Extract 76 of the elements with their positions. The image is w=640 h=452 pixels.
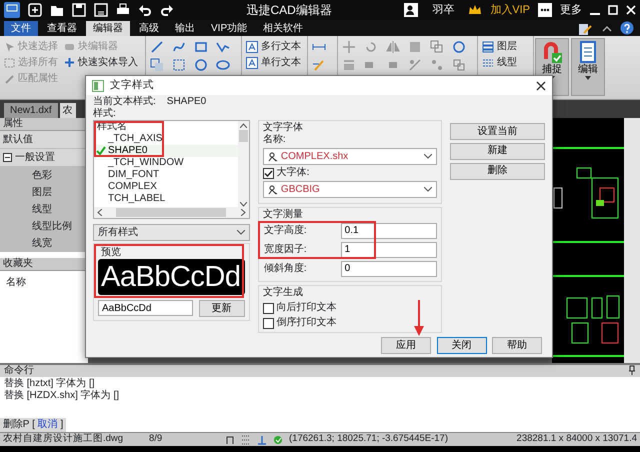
number-field[interactable]: 0: [340, 260, 437, 276]
file-name: 农村自建房设计施工图.dwg: [3, 432, 124, 446]
bigfont-checkbox[interactable]: 大字体:: [262, 167, 310, 179]
group-label: 文字字体: [262, 122, 304, 134]
user-name[interactable]: 羽卒: [432, 2, 454, 18]
panel-header: 命令行: [4, 365, 34, 377]
ribbon-button[interactable]: 图层: [482, 40, 517, 53]
field-label: 倾斜角度:: [262, 262, 307, 274]
bracket: [: [32, 418, 35, 432]
group-label: 文字测量: [262, 209, 304, 221]
menu-tab[interactable]: 输出: [168, 21, 202, 36]
style-filter-dropdown[interactable]: 所有样式: [93, 224, 250, 241]
dialog-button[interactable]: 新建: [450, 142, 545, 160]
ribbon-large-button[interactable]: 编辑: [571, 38, 605, 96]
ribbon-button[interactable]: 多行文本: [246, 40, 301, 53]
update-button[interactable]: 更新: [198, 300, 245, 317]
group-label: 预览: [100, 247, 122, 259]
page-indicator: 8/9: [149, 432, 164, 446]
option-checkbox[interactable]: 向后打印文本: [262, 302, 337, 314]
menu-tab[interactable]: 编辑器: [86, 21, 130, 36]
style-list-item[interactable]: _TCH_AXIS: [94, 133, 238, 145]
column-header: 名称: [6, 277, 26, 288]
property-row: 色彩: [0, 167, 88, 184]
dialog-button[interactable]: 应用: [381, 337, 431, 354]
document-tab[interactable]: New1.dxf: [4, 103, 58, 118]
current-style-label: 当前文本样式:: [93, 96, 156, 108]
menu-tab[interactable]: 相关软件: [256, 21, 310, 36]
menu-tab[interactable]: 查看器: [40, 21, 84, 36]
property-row: 默认值: [0, 131, 88, 149]
dialog-button[interactable]: 设置当前: [450, 123, 545, 140]
styles-label: 样式:: [93, 108, 117, 120]
preview-panel: AaBbCcDd: [98, 259, 245, 295]
number-field[interactable]: 1: [340, 242, 437, 258]
dialog-title: 文字样式: [110, 78, 155, 93]
menu-tab[interactable]: 高级: [132, 21, 166, 36]
vip-link[interactable]: 加入VIP: [490, 2, 530, 18]
property-row: 线宽: [0, 235, 88, 252]
command-prompt: 删除P: [2, 418, 30, 432]
option-checkbox[interactable]: 倒序打印文本: [262, 317, 337, 329]
sample-text-field[interactable]: AaBbCcDd: [98, 300, 193, 316]
tree-group[interactable]: 一般设置: [0, 149, 88, 167]
dialog-button[interactable]: 删除: [450, 162, 545, 180]
bracket: ]: [60, 418, 64, 432]
property-row: 图层: [0, 184, 88, 201]
dialog-button[interactable]: 关闭: [436, 337, 486, 354]
field-label: 名称:: [262, 134, 287, 146]
style-list-item[interactable]: SHAPE0: [94, 145, 238, 157]
file-menu[interactable]: 文件: [4, 21, 38, 36]
ribbon-button[interactable]: 快速实体导入: [64, 56, 138, 69]
cancel-option-link[interactable]: 取消: [38, 418, 58, 432]
group-label: 文字生成: [262, 287, 304, 299]
cursor-coordinates: (176261.3; 18025.71; -3.675445E-17): [289, 432, 449, 446]
document-tab[interactable]: 农: [60, 103, 76, 118]
drawing-extents: 238281.1 x 84000 x 13071.4: [516, 432, 637, 446]
field-label: 宽度因子:: [262, 244, 307, 256]
ribbon-button[interactable]: 单行文本: [246, 56, 301, 69]
field-label: 文字高度:: [262, 224, 307, 236]
property-row: 线型: [0, 201, 88, 218]
app-title: 迅捷CAD编辑器: [246, 2, 332, 19]
current-style-value: SHAPE0: [166, 96, 206, 108]
property-row: 线型比例: [0, 218, 88, 235]
style-list-item[interactable]: COMPLEX: [94, 181, 238, 193]
style-list-item[interactable]: DIM_FONT: [94, 169, 238, 181]
font-dropdown[interactable]: COMPLEX.shx: [262, 148, 437, 165]
ribbon-button[interactable]: 线型: [482, 56, 517, 69]
panel-header: 属性: [0, 118, 88, 131]
dialog-button[interactable]: 帮助: [492, 337, 542, 354]
menu-tab[interactable]: VIP功能: [204, 21, 254, 36]
number-field[interactable]: 0.1: [340, 222, 437, 238]
style-list-item[interactable]: TCH_LABEL: [94, 193, 238, 205]
more-label[interactable]: 更多: [560, 2, 582, 18]
font-dropdown[interactable]: GBCBIG: [262, 181, 437, 198]
command-output-line: 替换 [HZDX.shx] 字体为 []: [4, 390, 120, 402]
command-output-line: 替换 [hztxt] 字体为 []: [4, 378, 95, 389]
style-list-item[interactable]: _TCH_WINDOW: [94, 157, 238, 169]
panel-header: 收藏夹: [0, 258, 88, 271]
